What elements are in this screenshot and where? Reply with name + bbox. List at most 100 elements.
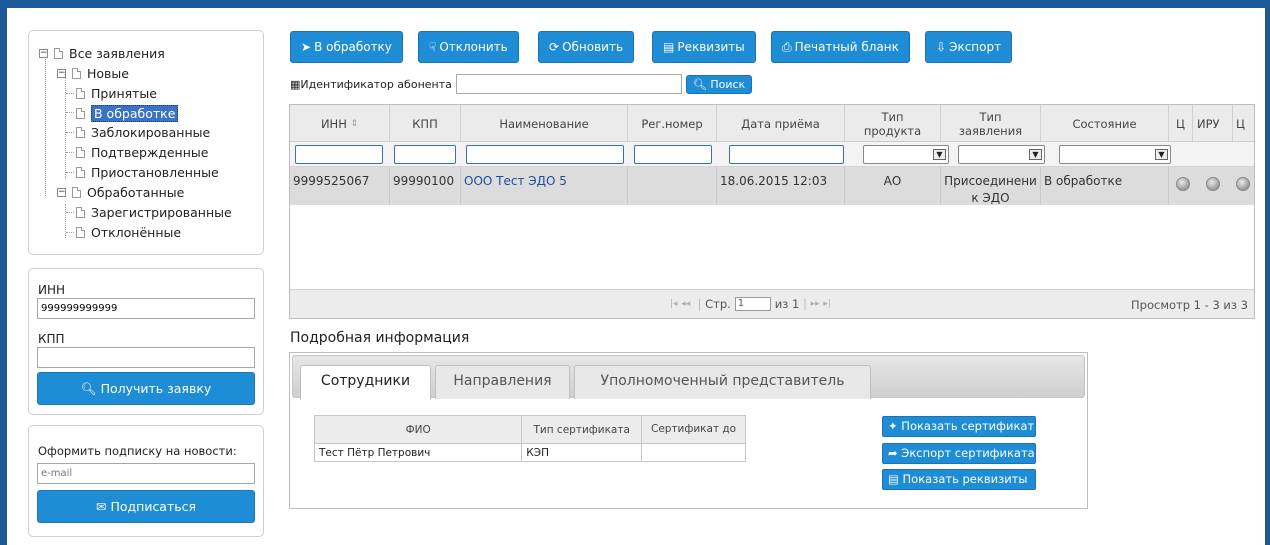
column-header-state[interactable]: Состояние: [1041, 105, 1169, 142]
tab-representative[interactable]: Уполномоченный представитель: [574, 365, 871, 399]
tree-node-accepted[interactable]: Принятые: [76, 86, 157, 101]
tree-node-label: Все заявления: [69, 46, 165, 61]
fio-cell: Тест Пётр Петрович: [313, 443, 523, 462]
envelope-icon: ✉: [95, 499, 107, 514]
list-icon: ▤: [888, 472, 899, 486]
name-cell[interactable]: ООО Тест ЭДО 5: [461, 167, 628, 205]
filter-row: ▼ ▼ ▼: [290, 142, 1254, 167]
next-page-icon[interactable]: ▸▸: [811, 299, 820, 309]
product-cell: АО: [845, 167, 941, 205]
column-header-iru[interactable]: ИРУ: [1193, 105, 1233, 142]
kpp-input[interactable]: [37, 347, 255, 368]
search-button[interactable]: 🔍︎ Поиск: [685, 74, 753, 94]
tree-node-registered[interactable]: Зарегистрированные: [76, 205, 232, 220]
column-header-label: Ц: [1176, 116, 1185, 131]
request-lookup-panel: ИНН КПП 🔍︎ Получить заявку: [28, 268, 264, 415]
reg-filter-input[interactable]: [634, 145, 712, 164]
print-button[interactable]: ⎙ Печатный бланк: [771, 31, 910, 63]
tree-node-rejected[interactable]: Отклонённые: [76, 225, 181, 240]
state-cell: В обработке: [1041, 167, 1169, 205]
subscribe-button-label: Подписаться: [110, 499, 197, 514]
kpp-cell: 99990100: [390, 167, 461, 205]
collapse-icon[interactable]: −: [39, 49, 48, 58]
reject-button-label: Отклонить: [439, 40, 508, 54]
tree-node-confirmed[interactable]: Подтвержденные: [76, 145, 208, 160]
email-input[interactable]: [37, 463, 255, 484]
column-header-label: Тип заявления: [958, 109, 1023, 138]
kpp-label: КПП: [38, 332, 65, 346]
collapse-icon[interactable]: −: [57, 69, 66, 78]
tree-node-blocked[interactable]: Заблокированные: [76, 125, 210, 140]
show-requisites-button[interactable]: ▤ Показать реквизиты: [882, 469, 1036, 490]
column-header-kpp[interactable]: КПП: [390, 105, 461, 142]
tree-branch-line: [66, 172, 74, 173]
column-header-reg[interactable]: Рег.номер: [628, 105, 717, 142]
column-header-product[interactable]: Тип продукта: [845, 105, 941, 142]
kpp-filter-input[interactable]: [394, 145, 456, 164]
date-cell: 18.06.2015 12:03: [717, 167, 845, 205]
dropdown-arrow-icon: ▼: [1029, 149, 1042, 160]
process-button-label: В обработку: [314, 40, 392, 54]
column-header-inn[interactable]: ИНН ⇕: [290, 105, 390, 142]
tree-node-all[interactable]: − Все заявления: [39, 46, 165, 61]
type-filter-select[interactable]: ▼: [958, 145, 1045, 164]
document-icon: [72, 68, 81, 79]
column-header-label: ИНН: [320, 116, 347, 131]
refresh-button-label: Обновить: [562, 40, 624, 54]
dropdown-arrow-icon: ▼: [1155, 149, 1168, 160]
view-range-text: Просмотр 1 - 3 из 3: [1131, 298, 1248, 312]
subscriber-id-label: Идентификатор абонента: [300, 77, 452, 91]
state-filter-select[interactable]: ▼: [1059, 145, 1171, 164]
show-requisites-label: Показать реквизиты: [902, 472, 1028, 486]
inn-input[interactable]: [37, 298, 255, 319]
get-request-button[interactable]: 🔍︎ Получить заявку: [37, 372, 255, 405]
table-row[interactable]: Тест Пётр Петрович КЭП: [313, 443, 746, 462]
collapse-icon[interactable]: −: [57, 188, 66, 197]
first-page-icon[interactable]: |◂: [670, 299, 678, 309]
inn-label: ИНН: [38, 283, 66, 297]
column-header-name[interactable]: Наименование: [461, 105, 628, 142]
subscribe-button[interactable]: ✉ Подписаться: [37, 490, 255, 523]
search-button-label: Поиск: [710, 77, 746, 91]
tree-node-label: Отклонённые: [91, 225, 182, 240]
tab-employees[interactable]: Сотрудники: [300, 365, 431, 400]
page-number-input[interactable]: 1: [734, 297, 771, 311]
column-header-c2[interactable]: Ц: [1233, 105, 1254, 142]
inn-filter-input[interactable]: [295, 145, 383, 164]
grid-header: ИНН ⇕ КПП Наименование Рег.номер Дата пр…: [290, 105, 1254, 142]
column-header-type[interactable]: Тип заявления: [941, 105, 1041, 142]
page-label: Стр.: [705, 297, 731, 311]
last-page-icon[interactable]: ▸|: [823, 299, 831, 309]
show-certificate-button[interactable]: ✦ Показать сертификат: [882, 416, 1036, 437]
tree-node-in-progress[interactable]: В обработке: [76, 105, 179, 122]
employees-table: ФИО Тип сертификата Сертификат до Тест П…: [313, 415, 746, 462]
date-filter-input[interactable]: [729, 145, 844, 164]
tree-node-processed[interactable]: − Обработанные: [57, 185, 184, 200]
tree-node-new[interactable]: − Новые: [57, 66, 129, 81]
inn-cell: 9999525067: [290, 167, 390, 205]
refresh-button[interactable]: ⟳ Обновить: [538, 31, 635, 63]
reg-cell: [628, 167, 717, 205]
document-icon: [72, 187, 81, 198]
tab-directions[interactable]: Направления: [435, 365, 570, 399]
prev-page-icon[interactable]: ◂◂: [681, 299, 690, 309]
table-row[interactable]: 9999525067 99990100 ООО Тест ЭДО 5 18.06…: [290, 167, 1254, 205]
reject-button[interactable]: ☟ Отклонить: [418, 31, 519, 63]
export-certificate-button[interactable]: ➦ Экспорт сертификата: [882, 443, 1036, 464]
tree-node-suspended[interactable]: Приостановленные: [76, 165, 219, 180]
export-button[interactable]: ⇩ Экспорт: [925, 31, 1013, 63]
column-header-c1[interactable]: Ц: [1169, 105, 1193, 142]
window-frame-left: [0, 0, 7, 545]
tree-guide-line: [65, 76, 66, 179]
name-filter-input[interactable]: [466, 145, 624, 164]
cert-until-cell: [641, 443, 746, 462]
product-filter-select[interactable]: ▼: [863, 145, 949, 164]
status-light-icon: [1236, 177, 1250, 191]
requisites-button[interactable]: ▤ Реквизиты: [652, 31, 756, 63]
sort-icon: ⇕: [350, 118, 359, 129]
pager-separator: |: [697, 297, 702, 311]
column-header-date[interactable]: Дата приёма: [717, 105, 845, 142]
column-header-label: КПП: [412, 116, 438, 131]
subscriber-id-input[interactable]: [455, 74, 682, 94]
process-button[interactable]: ➤ В обработку: [290, 31, 403, 63]
